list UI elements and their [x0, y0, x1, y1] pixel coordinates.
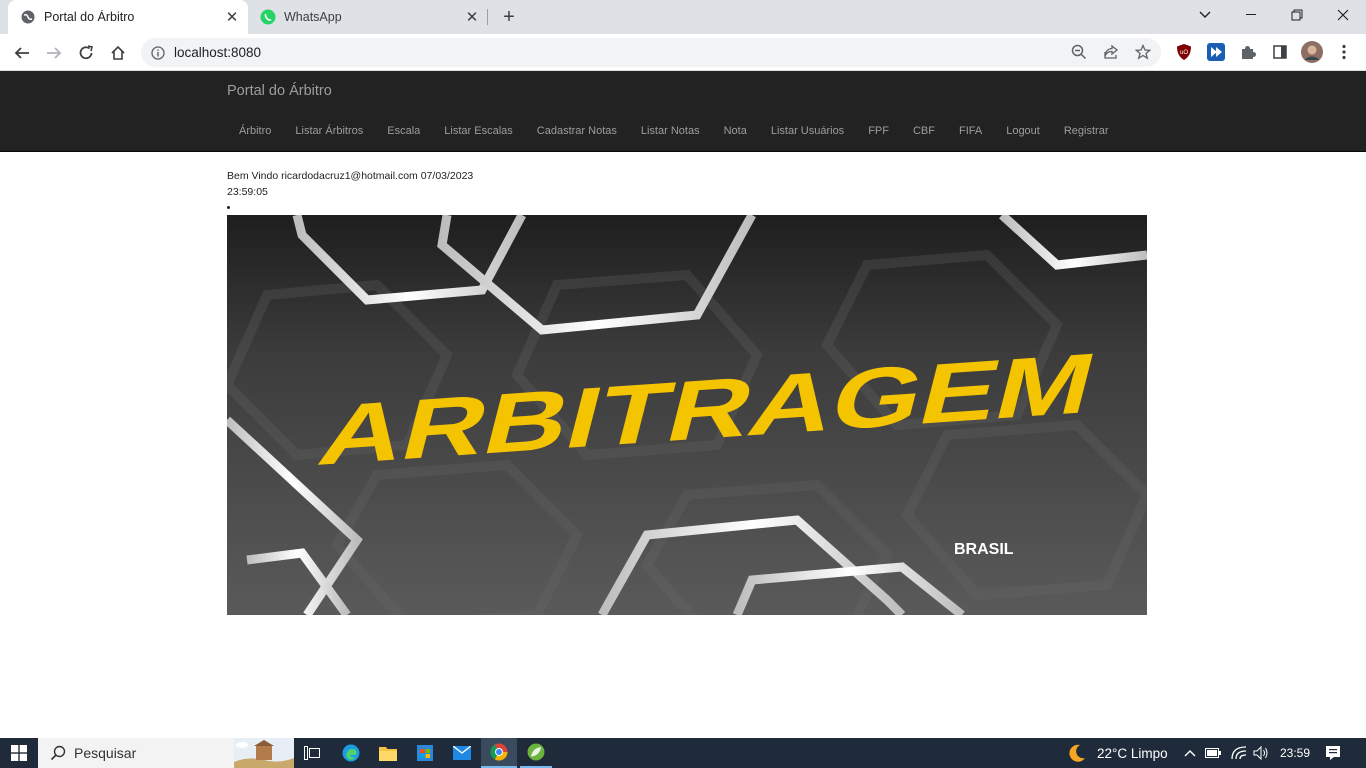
restore-icon[interactable]	[1274, 0, 1320, 30]
task-view-icon[interactable]	[298, 738, 326, 768]
nav-link-nota[interactable]: Nota	[712, 123, 759, 139]
wifi-icon[interactable]	[1228, 738, 1250, 768]
back-arrow-icon[interactable]	[8, 39, 36, 67]
close-tab-icon[interactable]: ✕	[222, 7, 242, 27]
tab-portal-do-arbitro[interactable]: Portal do Árbitro ✕	[8, 0, 248, 34]
zoom-icon[interactable]	[1068, 41, 1090, 63]
share-icon[interactable]	[1100, 41, 1122, 63]
nav-menu: Árbitro Listar Árbitros Escala Listar Es…	[227, 123, 1120, 139]
globe-icon	[20, 9, 36, 25]
speaker-volume-icon[interactable]	[1250, 738, 1272, 768]
welcome-message: Bem Vindo ricardodacruz1@hotmail.com 07/…	[227, 168, 507, 200]
chevron-up-icon[interactable]	[1180, 738, 1200, 768]
bookmark-star-icon[interactable]	[1132, 41, 1154, 63]
nav-link-arbitro[interactable]: Árbitro	[227, 123, 283, 139]
battery-icon[interactable]	[1203, 738, 1223, 768]
browser-toolbar: localhost:8080 uO	[0, 34, 1366, 71]
edge-browser-icon[interactable]	[336, 738, 366, 768]
spring-tool-suite-icon[interactable]	[520, 738, 552, 768]
new-tab-icon[interactable]: +	[497, 5, 521, 29]
url-text: localhost:8080	[174, 45, 262, 60]
chrome-taskbar-icon[interactable]	[481, 738, 517, 768]
list-bullet	[227, 206, 230, 209]
nav-link-registrar[interactable]: Registrar	[1052, 123, 1121, 139]
forward-extension-icon[interactable]	[1205, 41, 1227, 63]
profile-avatar[interactable]	[1301, 41, 1323, 63]
site-brand[interactable]: Portal do Árbitro	[227, 83, 332, 99]
windows-start-icon[interactable]	[0, 738, 38, 768]
clock-time[interactable]: 23:59	[1280, 738, 1310, 768]
browser-tab-bar: Portal do Árbitro ✕ WhatsApp ✕ +	[0, 0, 1366, 34]
chrome-menu-icon[interactable]	[1333, 41, 1355, 63]
arbitragem-banner-image: ARBITRAGEM BRASIL	[227, 215, 1147, 615]
nav-link-cbf[interactable]: CBF	[901, 123, 947, 139]
microsoft-store-icon[interactable]	[410, 738, 440, 768]
nav-link-fpf[interactable]: FPF	[856, 123, 901, 139]
side-panel-icon[interactable]	[1269, 41, 1291, 63]
nav-link-listar-arbitros[interactable]: Listar Árbitros	[283, 123, 375, 139]
minimize-icon[interactable]	[1228, 0, 1274, 30]
whatsapp-icon	[260, 9, 276, 25]
nav-link-logout[interactable]: Logout	[994, 123, 1052, 139]
reload-icon[interactable]	[72, 39, 100, 67]
nav-link-fifa[interactable]: FIFA	[947, 123, 994, 139]
weather-moon-icon[interactable]	[1064, 738, 1090, 768]
taskbar-search-box[interactable]: Pesquisar	[38, 738, 294, 768]
search-icon	[50, 745, 66, 761]
home-icon[interactable]	[104, 39, 132, 67]
address-bar[interactable]: localhost:8080	[141, 38, 1161, 67]
search-highlight-illustration-icon	[234, 738, 294, 768]
site-navbar: Portal do Árbitro Árbitro Listar Árbitro…	[0, 71, 1366, 152]
close-tab-icon[interactable]: ✕	[462, 7, 482, 27]
close-window-icon[interactable]	[1320, 0, 1366, 30]
windows-taskbar: Pesquisar 22°C Limpo 23:59	[0, 738, 1366, 768]
search-placeholder: Pesquisar	[74, 745, 137, 761]
weather-text[interactable]: 22°C Limpo	[1097, 738, 1168, 768]
forward-arrow-icon[interactable]	[40, 39, 68, 67]
file-explorer-icon[interactable]	[373, 738, 403, 768]
welcome-text: Bem Vindo ricardodacruz1@hotmail.com 07/…	[227, 170, 474, 182]
notifications-icon[interactable]	[1320, 738, 1346, 768]
nav-link-escala[interactable]: Escala	[375, 123, 432, 139]
tab-whatsapp[interactable]: WhatsApp ✕	[248, 0, 488, 34]
svg-text:uO: uO	[1180, 50, 1188, 56]
tab-separator	[487, 9, 488, 25]
tab-search-icon[interactable]	[1182, 0, 1228, 30]
tab-title: Portal do Árbitro	[44, 10, 135, 24]
welcome-time: 23:59:05	[227, 186, 268, 198]
nav-link-listar-escalas[interactable]: Listar Escalas	[432, 123, 524, 139]
nav-link-listar-notas[interactable]: Listar Notas	[629, 123, 712, 139]
mail-icon[interactable]	[447, 738, 477, 768]
site-info-icon[interactable]	[151, 45, 165, 60]
tab-title: WhatsApp	[284, 10, 342, 24]
ublock-extension-icon[interactable]: uO	[1173, 41, 1195, 63]
extensions-puzzle-icon[interactable]	[1237, 41, 1259, 63]
nav-link-listar-usuarios[interactable]: Listar Usuários	[759, 123, 856, 139]
nav-link-cadastrar-notas[interactable]: Cadastrar Notas	[525, 123, 629, 139]
banner-subtitle: BRASIL	[954, 541, 1014, 558]
